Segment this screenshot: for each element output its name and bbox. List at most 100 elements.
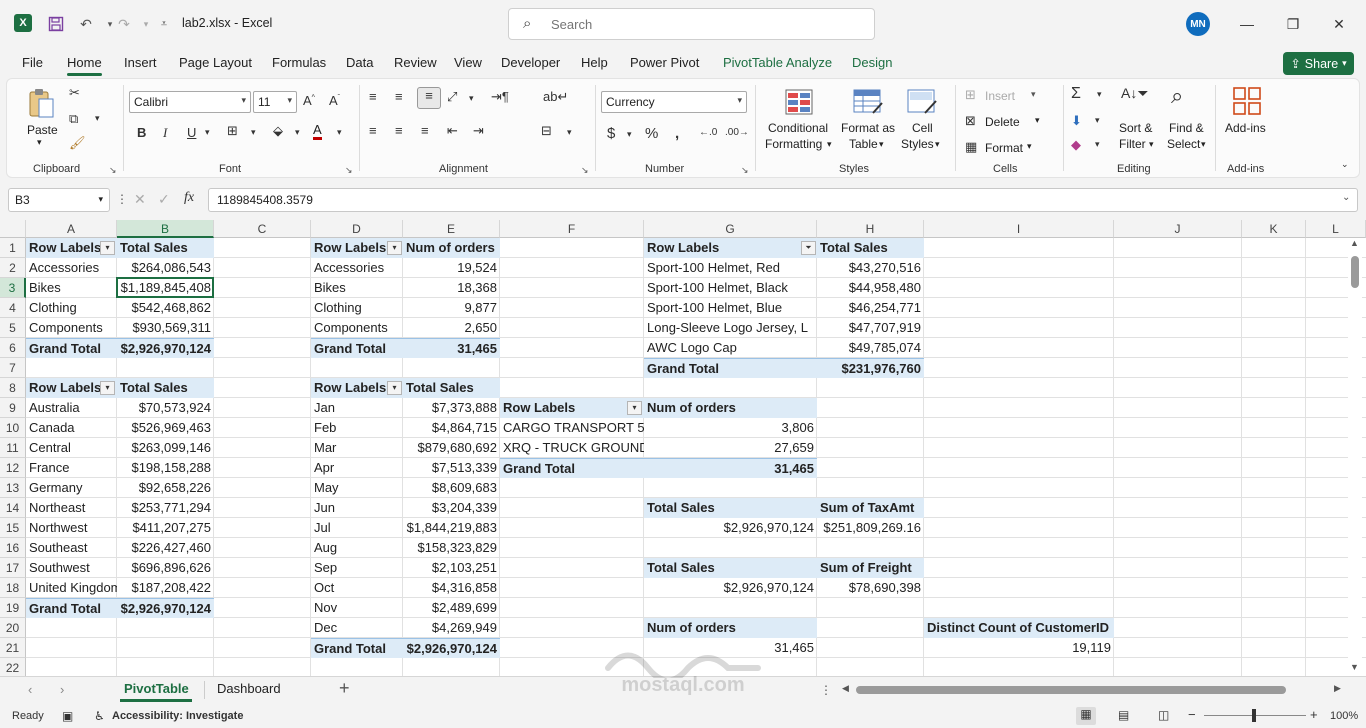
collapse-ribbon-icon[interactable]: ⌄ (1341, 159, 1349, 170)
pivot-row-label[interactable]: Jan (311, 398, 403, 418)
find-select-label[interactable]: Find & (1169, 121, 1204, 135)
pivot-row-value[interactable]: $526,969,463 (117, 418, 214, 438)
align-bottom-icon[interactable]: ≡ (417, 87, 441, 109)
font-size-combo[interactable]: 11 ▾ (253, 91, 297, 113)
filter-dropdown-icon[interactable]: ⏷ (801, 241, 816, 255)
pivot-header-value[interactable]: Total Sales (403, 378, 500, 398)
paste-button[interactable]: Paste (27, 123, 58, 137)
scroll-up-icon[interactable]: ▲ (1350, 238, 1359, 248)
pivot-grand-total-value[interactable]: 31,465 (403, 338, 500, 358)
borders-icon[interactable]: ⊞ (227, 123, 238, 139)
underline-dropdown-icon[interactable]: ▾ (205, 127, 210, 138)
pivot-row-label[interactable]: Jul (311, 518, 403, 538)
pivot-grand-total-label[interactable]: Grand Total (26, 338, 117, 358)
format-as-table-label[interactable]: Format as (841, 121, 895, 135)
pivot-row-label[interactable]: Clothing (26, 298, 117, 318)
bold-button[interactable]: B (137, 125, 146, 140)
pivot-row-value[interactable]: $930,569,311 (117, 318, 214, 338)
tab-view[interactable]: View (454, 55, 482, 70)
clear-dropdown-icon[interactable]: ▾ (1095, 139, 1100, 150)
pivot-row-label[interactable]: Germany (26, 478, 117, 498)
expand-formula-icon[interactable]: ⌄ (1342, 192, 1350, 203)
column-header-c[interactable]: C (214, 220, 311, 238)
pivot-header-row-labels[interactable]: Row Labels (500, 398, 644, 418)
pivot-row-label[interactable]: Bikes (26, 278, 117, 298)
pivot-grand-total-value[interactable]: $2,926,970,124 (117, 598, 214, 618)
pivot-row-value[interactable]: 3,806 (644, 418, 817, 438)
redo-icon[interactable]: ↷ (114, 14, 134, 34)
delete-cells-icon[interactable]: ⊠ (965, 113, 976, 129)
paste-icon[interactable] (27, 87, 57, 121)
horizontal-scrollbar-thumb[interactable] (856, 686, 1286, 694)
pivot-row-value[interactable]: $70,573,924 (117, 398, 214, 418)
row-header-14[interactable]: 14 (0, 498, 26, 518)
pivot-grand-total-value[interactable]: $2,926,970,124 (117, 338, 214, 358)
share-button[interactable]: ⇪ Share ▾ (1283, 52, 1354, 75)
add-ins-icon[interactable] (1233, 87, 1261, 115)
pivot-row-label[interactable]: Bikes (311, 278, 403, 298)
cut-icon[interactable]: ✂ (69, 85, 80, 101)
name-box[interactable]: B3 ▾ (8, 188, 110, 212)
column-header-i[interactable]: I (924, 220, 1114, 238)
alignment-launcher-icon[interactable]: ↘ (581, 165, 589, 176)
row-header-5[interactable]: 5 (0, 318, 26, 338)
pivot-row-label[interactable]: XRQ - TRUCK GROUND (500, 438, 644, 458)
sort-filter-icon[interactable]: A↓⏷ (1121, 85, 1149, 102)
column-header-g[interactable]: G (644, 220, 817, 238)
pivot-row-label[interactable]: United Kingdom (26, 578, 117, 598)
row-header-11[interactable]: 11 (0, 438, 26, 458)
pivot-row-value[interactable]: $47,707,919 (817, 318, 924, 338)
pivot-row-value[interactable]: $696,896,626 (117, 558, 214, 578)
tab-file[interactable]: File (22, 55, 43, 70)
tab-help[interactable]: Help (581, 55, 608, 70)
fill-dropdown-icon[interactable]: ▾ (1095, 115, 1100, 126)
search-box[interactable]: ⌕ (508, 8, 875, 40)
kpi-value[interactable]: 31,465 (644, 638, 817, 658)
cell-styles-label-2[interactable]: Styles (901, 137, 934, 151)
pivot-row-value[interactable]: $2,489,699 (403, 598, 500, 618)
pivot-row-label[interactable]: Apr (311, 458, 403, 478)
cancel-icon[interactable]: ✕ (134, 191, 146, 208)
underline-button[interactable]: U (187, 125, 196, 140)
filter-dropdown-icon[interactable]: ▾ (627, 401, 642, 415)
pivot-row-label[interactable]: Central (26, 438, 117, 458)
conditional-formatting-icon[interactable] (785, 89, 813, 115)
pivot-row-label[interactable]: May (311, 478, 403, 498)
vertical-scrollbar[interactable]: ▲ ▼ (1348, 238, 1362, 676)
format-as-table-icon[interactable] (853, 89, 883, 115)
row-header-4[interactable]: 4 (0, 298, 26, 318)
align-center-icon[interactable]: ≡ (395, 123, 403, 138)
undo-icon[interactable]: ↶ (76, 14, 96, 34)
pivot-row-label[interactable]: Sport-100 Helmet, Red (644, 258, 817, 278)
column-header-e[interactable]: E (403, 220, 500, 238)
pivot-row-value[interactable]: $92,658,226 (117, 478, 214, 498)
pivot-row-label[interactable]: Feb (311, 418, 403, 438)
tab-design[interactable]: Design (852, 55, 892, 70)
autosum-icon[interactable]: Σ (1071, 85, 1081, 103)
comma-icon[interactable]: , (675, 125, 679, 142)
save-icon[interactable] (46, 14, 66, 34)
tab-home[interactable]: Home (67, 55, 102, 76)
conditional-formatting-label-2[interactable]: Formatting (765, 137, 822, 151)
pivot-header-value[interactable]: Total Sales (117, 238, 214, 258)
insert-cells-icon[interactable]: ⊞ (965, 87, 976, 103)
column-header-j[interactable]: J (1114, 220, 1242, 238)
page-break-view-icon[interactable]: ◫ (1158, 708, 1169, 722)
font-color-icon[interactable]: A (313, 123, 322, 140)
pivot-row-value[interactable]: 19,524 (403, 258, 500, 278)
align-right-icon[interactable]: ≡ (421, 123, 429, 138)
row-header-1[interactable]: 1 (0, 238, 26, 258)
pivot-grand-total-label[interactable]: Grand Total (311, 638, 403, 658)
currency-dropdown-icon[interactable]: ▾ (627, 129, 632, 140)
pivot-row-value[interactable]: $3,204,339 (403, 498, 500, 518)
pivot-grand-total-value[interactable]: $2,926,970,124 (403, 638, 500, 658)
pivot-row-label[interactable]: Sport-100 Helmet, Blue (644, 298, 817, 318)
row-header-19[interactable]: 19 (0, 598, 26, 618)
pivot-row-label[interactable]: Australia (26, 398, 117, 418)
kpi-value[interactable]: $251,809,269.16 (817, 518, 924, 538)
add-sheet-icon[interactable]: + (339, 678, 350, 699)
fill-color-dropdown-icon[interactable]: ▾ (295, 127, 300, 138)
next-sheet-icon[interactable]: › (60, 682, 64, 697)
pivot-row-value[interactable]: $44,958,480 (817, 278, 924, 298)
format-cells-icon[interactable]: ▦ (965, 139, 977, 155)
